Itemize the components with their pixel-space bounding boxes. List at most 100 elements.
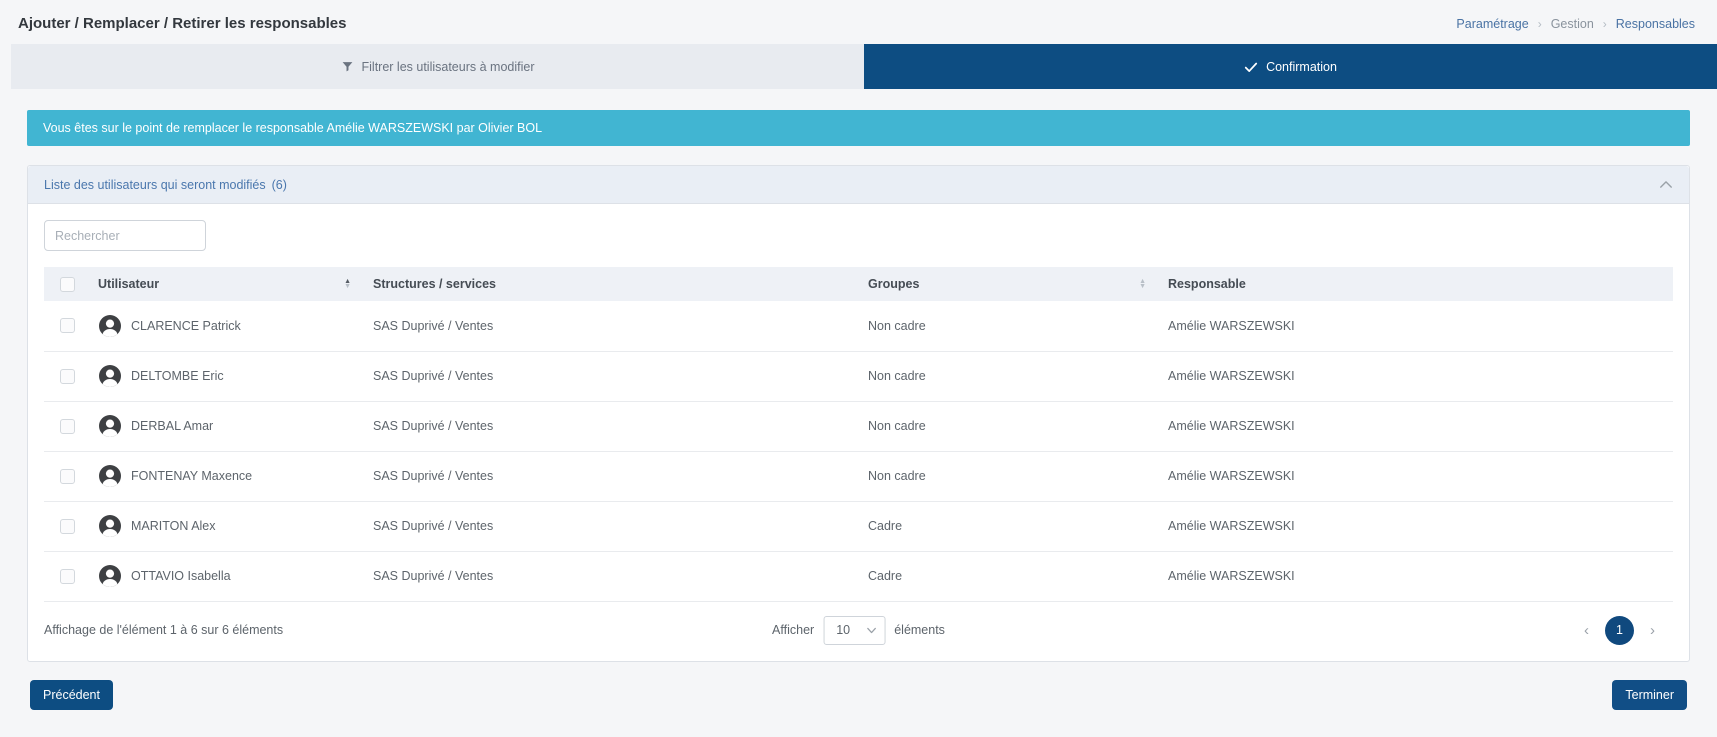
tab-confirmation-label: Confirmation: [1266, 60, 1337, 74]
table-row: OTTAVIO Isabella SAS Duprivé / Ventes Ca…: [44, 551, 1673, 601]
sort-asc-icon[interactable]: ▲▼: [344, 279, 351, 289]
structure-cell: SAS Duprivé / Ventes: [363, 551, 858, 601]
table-body: CLARENCE Patrick SAS Duprivé / Ventes No…: [44, 301, 1673, 601]
breadcrumb: Paramétrage › Gestion › Responsables: [1456, 17, 1699, 31]
users-panel: Liste des utilisateurs qui seront modifi…: [27, 165, 1690, 662]
user-avatar-icon: [98, 464, 122, 488]
user-name: FONTENAY Maxence: [131, 469, 252, 483]
wizard-tabs: Filtrer les utilisateurs à modifier Conf…: [11, 44, 1717, 89]
breadcrumb-parametrage[interactable]: Paramétrage: [1456, 17, 1528, 31]
manager-cell: Amélie WARSZEWSKI: [1158, 501, 1673, 551]
main-content: Vous êtes sur le point de remplacer le r…: [0, 110, 1717, 710]
pagination-summary: Affichage de l'élément 1 à 6 sur 6 éléme…: [44, 623, 283, 637]
breadcrumb-responsables[interactable]: Responsables: [1616, 17, 1695, 31]
manager-cell: Amélie WARSZEWSKI: [1158, 351, 1673, 401]
user-cell: FONTENAY Maxence: [88, 451, 363, 501]
user-avatar-icon: [98, 414, 122, 438]
breadcrumb-separator-icon: ›: [1603, 17, 1607, 31]
column-header-group[interactable]: Groupes ▲▼: [858, 267, 1158, 301]
row-checkbox[interactable]: [60, 369, 75, 384]
row-checkbox[interactable]: [60, 318, 75, 333]
column-header-user[interactable]: Utilisateur ▲▼: [88, 267, 363, 301]
user-cell: CLARENCE Patrick: [88, 301, 363, 351]
structure-cell: SAS Duprivé / Ventes: [363, 451, 858, 501]
pagination: ‹ 1 ›: [1580, 616, 1673, 645]
user-name: DERBAL Amar: [131, 419, 213, 433]
pagination-next-icon[interactable]: ›: [1646, 622, 1659, 639]
structure-cell: SAS Duprivé / Ventes: [363, 351, 858, 401]
user-cell: DELTOMBE Eric: [88, 351, 363, 401]
table-row: FONTENAY Maxence SAS Duprivé / Ventes No…: [44, 451, 1673, 501]
user-cell: OTTAVIO Isabella: [88, 551, 363, 601]
search-input[interactable]: [44, 220, 206, 251]
manager-cell: Amélie WARSZEWSKI: [1158, 451, 1673, 501]
row-checkbox[interactable]: [60, 519, 75, 534]
column-header-manager[interactable]: Responsable: [1158, 267, 1673, 301]
table-header-row: Utilisateur ▲▼ Structures / services Gro…: [44, 267, 1673, 301]
chevron-up-icon[interactable]: [1659, 178, 1673, 192]
table-row: CLARENCE Patrick SAS Duprivé / Ventes No…: [44, 301, 1673, 351]
user-name: MARITON Alex: [131, 519, 216, 533]
user-name: OTTAVIO Isabella: [131, 569, 231, 583]
users-count: (6): [272, 178, 287, 192]
page-size-prefix: Afficher: [772, 623, 814, 637]
structure-cell: SAS Duprivé / Ventes: [363, 301, 858, 351]
column-header-structure[interactable]: Structures / services: [363, 267, 858, 301]
page-size-suffix: éléments: [894, 623, 945, 637]
replace-info-banner: Vous êtes sur le point de remplacer le r…: [27, 110, 1690, 146]
page-size-value: 10: [836, 623, 850, 637]
row-checkbox[interactable]: [60, 469, 75, 484]
banner-message: Vous êtes sur le point de remplacer le r…: [43, 121, 542, 135]
users-table: Utilisateur ▲▼ Structures / services Gro…: [44, 267, 1673, 602]
row-checkbox-cell: [44, 301, 88, 351]
page-size-control: Afficher 10 éléments: [772, 616, 945, 645]
row-checkbox-cell: [44, 451, 88, 501]
tab-confirmation[interactable]: Confirmation: [864, 44, 1717, 89]
breadcrumb-gestion[interactable]: Gestion: [1551, 17, 1594, 31]
row-checkbox-cell: [44, 351, 88, 401]
manager-cell: Amélie WARSZEWSKI: [1158, 301, 1673, 351]
group-cell: Non cadre: [858, 351, 1158, 401]
group-cell: Non cadre: [858, 451, 1158, 501]
user-avatar-icon: [98, 514, 122, 538]
previous-button[interactable]: Précédent: [30, 680, 113, 710]
manager-cell: Amélie WARSZEWSKI: [1158, 401, 1673, 451]
check-icon: [1244, 61, 1258, 73]
chevron-down-icon: [866, 623, 876, 637]
pagination-page-1[interactable]: 1: [1605, 616, 1634, 645]
user-cell: DERBAL Amar: [88, 401, 363, 451]
row-checkbox[interactable]: [60, 419, 75, 434]
row-checkbox-cell: [44, 551, 88, 601]
breadcrumb-separator-icon: ›: [1538, 17, 1542, 31]
table-row: DELTOMBE Eric SAS Duprivé / Ventes Non c…: [44, 351, 1673, 401]
user-avatar-icon: [98, 564, 122, 588]
page-title: Ajouter / Remplacer / Retirer les respon…: [18, 15, 346, 32]
sort-icon[interactable]: ▲▼: [1139, 279, 1146, 289]
header-checkbox-cell: [44, 267, 88, 301]
group-cell: Non cadre: [858, 401, 1158, 451]
structure-cell: SAS Duprivé / Ventes: [363, 401, 858, 451]
table-row: DERBAL Amar SAS Duprivé / Ventes Non cad…: [44, 401, 1673, 451]
user-cell: MARITON Alex: [88, 501, 363, 551]
table-row: MARITON Alex SAS Duprivé / Ventes Cadre …: [44, 501, 1673, 551]
users-panel-title: Liste des utilisateurs qui seront modifi…: [44, 178, 287, 192]
filter-icon: [341, 60, 354, 73]
finish-button[interactable]: Terminer: [1612, 680, 1687, 710]
group-cell: Cadre: [858, 501, 1158, 551]
wizard-actions: Précédent Terminer: [27, 680, 1690, 710]
tab-filter-label: Filtrer les utilisateurs à modifier: [362, 60, 535, 74]
users-panel-body: Utilisateur ▲▼ Structures / services Gro…: [28, 204, 1689, 661]
page-size-select[interactable]: 10: [823, 616, 885, 645]
row-checkbox[interactable]: [60, 569, 75, 584]
table-footer: Affichage de l'élément 1 à 6 sur 6 éléme…: [44, 602, 1673, 661]
users-panel-header[interactable]: Liste des utilisateurs qui seront modifi…: [28, 166, 1689, 204]
row-checkbox-cell: [44, 401, 88, 451]
group-cell: Cadre: [858, 551, 1158, 601]
select-all-checkbox[interactable]: [60, 277, 75, 292]
user-name: DELTOMBE Eric: [131, 369, 224, 383]
tab-filter-users[interactable]: Filtrer les utilisateurs à modifier: [11, 44, 864, 89]
user-avatar-icon: [98, 314, 122, 338]
pagination-prev-icon[interactable]: ‹: [1580, 622, 1593, 639]
user-avatar-icon: [98, 364, 122, 388]
row-checkbox-cell: [44, 501, 88, 551]
